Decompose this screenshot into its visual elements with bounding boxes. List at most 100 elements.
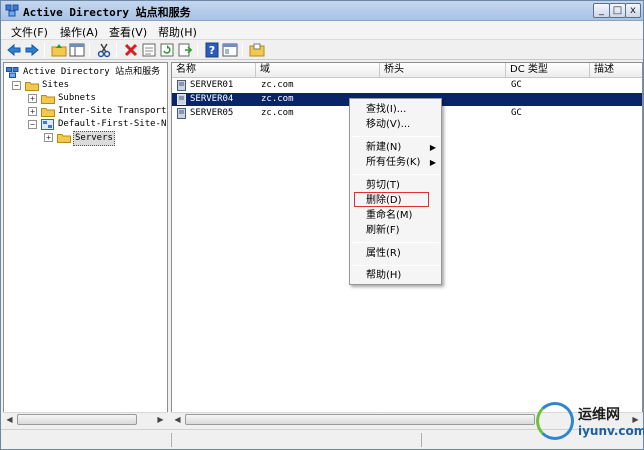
tree-label-sites: Sites — [42, 80, 70, 90]
submenu-arrow-icon: ▶ — [429, 143, 436, 152]
menu-help[interactable]: 帮助(H) — [158, 24, 197, 40]
toolbar: ? — [1, 40, 643, 60]
context-menu-move[interactable]: 移动(V)... — [350, 118, 441, 132]
server-icon — [177, 80, 186, 91]
svg-text:?: ? — [209, 44, 215, 57]
column-header-bridgehead[interactable]: 桥头 — [380, 63, 506, 78]
tree-label-transports: Inter-Site Transports — [58, 106, 168, 116]
new-icon[interactable] — [249, 42, 265, 58]
submenu-arrow-icon: ▶ — [429, 158, 436, 167]
context-menu-rename[interactable]: 重命名(M) — [350, 209, 441, 223]
scroll-left-icon[interactable]: ◀ — [3, 413, 16, 426]
cell-name: SERVER04 — [190, 94, 234, 104]
folder-icon — [57, 134, 71, 143]
console-icon[interactable] — [222, 42, 238, 58]
cell-dc-type: GC — [511, 108, 522, 118]
column-header-dc-type[interactable]: DC 类型 — [506, 63, 590, 78]
table-row[interactable]: SERVER01 zc.com GC — [172, 79, 642, 92]
tree-horizontal-scrollbar[interactable]: ◀ ▶ — [3, 412, 168, 425]
expand-toggle[interactable]: + — [28, 107, 37, 116]
properties-icon[interactable] — [141, 42, 157, 58]
watermark-logo-icon — [536, 402, 574, 440]
scroll-thumb[interactable] — [17, 414, 137, 425]
cell-domain: zc.com — [261, 108, 294, 118]
delete-highlight-box — [354, 192, 429, 207]
show-hide-tree-icon[interactable] — [69, 42, 85, 58]
context-menu-refresh[interactable]: 刷新(F) — [350, 224, 441, 238]
toolbar-separator — [44, 43, 45, 57]
site-icon — [41, 119, 54, 130]
cell-domain: zc.com — [261, 94, 294, 104]
close-button[interactable]: x — [625, 3, 641, 18]
forward-arrow-icon[interactable] — [24, 42, 40, 58]
server-icon — [177, 108, 186, 119]
context-menu-cut[interactable]: 剪切(T) — [350, 179, 441, 193]
export-list-icon[interactable] — [177, 42, 193, 58]
title-bar[interactable]: Active Directory 站点和服务 _ □ x — [1, 1, 643, 21]
menu-separator — [352, 242, 439, 243]
collapse-toggle[interactable]: − — [28, 120, 37, 129]
minimize-button[interactable]: _ — [593, 3, 610, 18]
cell-name: SERVER01 — [190, 80, 234, 90]
scroll-right-icon[interactable]: ▶ — [154, 413, 167, 426]
watermark-cn-text: 运维网 — [578, 407, 620, 423]
up-folder-icon[interactable] — [51, 42, 67, 58]
tree-item-servers[interactable]: + Servers — [6, 131, 166, 146]
toolbar-separator — [116, 43, 117, 57]
cut-icon[interactable] — [96, 42, 112, 58]
ad-sites-icon — [5, 4, 19, 17]
back-arrow-icon[interactable] — [6, 42, 22, 58]
window-title: Active Directory 站点和服务 — [23, 6, 191, 19]
folder-icon — [41, 95, 55, 104]
menu-action[interactable]: 操作(A) — [60, 24, 98, 40]
ad-sites-icon — [6, 67, 19, 78]
column-header-description[interactable]: 描述 — [590, 63, 642, 78]
server-icon — [177, 94, 186, 105]
column-header-name[interactable]: 名称 — [172, 63, 256, 78]
tree-item-subnets[interactable]: + Subnets — [6, 92, 166, 105]
context-menu-all-tasks[interactable]: 所有任务(K) ▶ — [350, 156, 441, 170]
folder-icon — [25, 82, 39, 91]
tree-label-default-site: Default-First-Site-Nam — [58, 119, 168, 129]
toolbar-separator — [242, 43, 243, 57]
tree-label-servers: Servers — [73, 131, 115, 146]
tree-pane[interactable]: Active Directory 站点和服务 − Sites + Subnets… — [3, 62, 168, 425]
delete-icon[interactable] — [123, 42, 139, 58]
expand-toggle[interactable]: + — [28, 94, 37, 103]
watermark-url-text: iyunv.com — [578, 424, 644, 438]
tree-item-default-site[interactable]: − Default-First-Site-Nam — [6, 118, 168, 131]
folder-icon — [41, 108, 55, 117]
tree-item-sites[interactable]: − Sites — [6, 79, 166, 92]
tree-item-root[interactable]: Active Directory 站点和服务 — [6, 66, 166, 79]
collapse-toggle[interactable]: − — [12, 81, 21, 90]
scroll-left-icon[interactable]: ◀ — [171, 413, 184, 426]
column-header-domain[interactable]: 域 — [256, 63, 380, 78]
status-separator — [421, 433, 422, 447]
menu-bar: 文件(F) 操作(A) 查看(V) 帮助(H) — [1, 21, 643, 40]
refresh-icon[interactable] — [159, 42, 175, 58]
menu-separator — [352, 265, 439, 266]
expand-toggle[interactable]: + — [44, 133, 53, 142]
context-menu-new-label: 新建(N) — [366, 142, 402, 153]
scroll-thumb[interactable] — [185, 414, 535, 425]
context-menu-new[interactable]: 新建(N) ▶ — [350, 141, 441, 155]
toolbar-separator — [89, 43, 90, 57]
toolbar-separator — [197, 43, 198, 57]
tree-label-subnets: Subnets — [58, 93, 96, 103]
help-icon[interactable]: ? — [204, 42, 220, 58]
watermark: 运维网 iyunv.com — [536, 402, 644, 448]
mmc-window: Active Directory 站点和服务 _ □ x 文件(F) 操作(A)… — [0, 0, 644, 450]
menu-file[interactable]: 文件(F) — [11, 24, 48, 40]
status-separator — [171, 433, 172, 447]
menu-separator — [352, 174, 439, 175]
context-menu-properties[interactable]: 属性(R) — [350, 247, 441, 261]
context-menu-find[interactable]: 查找(I)... — [350, 103, 441, 117]
menu-view[interactable]: 查看(V) — [109, 24, 147, 40]
cell-name: SERVER05 — [190, 108, 234, 118]
maximize-button[interactable]: □ — [609, 3, 626, 18]
context-menu-help[interactable]: 帮助(H) — [350, 269, 441, 283]
tree-label-root: Active Directory 站点和服务 — [23, 67, 161, 77]
cell-dc-type: GC — [511, 80, 522, 90]
tree-item-transports[interactable]: + Inter-Site Transports — [6, 105, 168, 118]
menu-separator — [352, 136, 439, 137]
